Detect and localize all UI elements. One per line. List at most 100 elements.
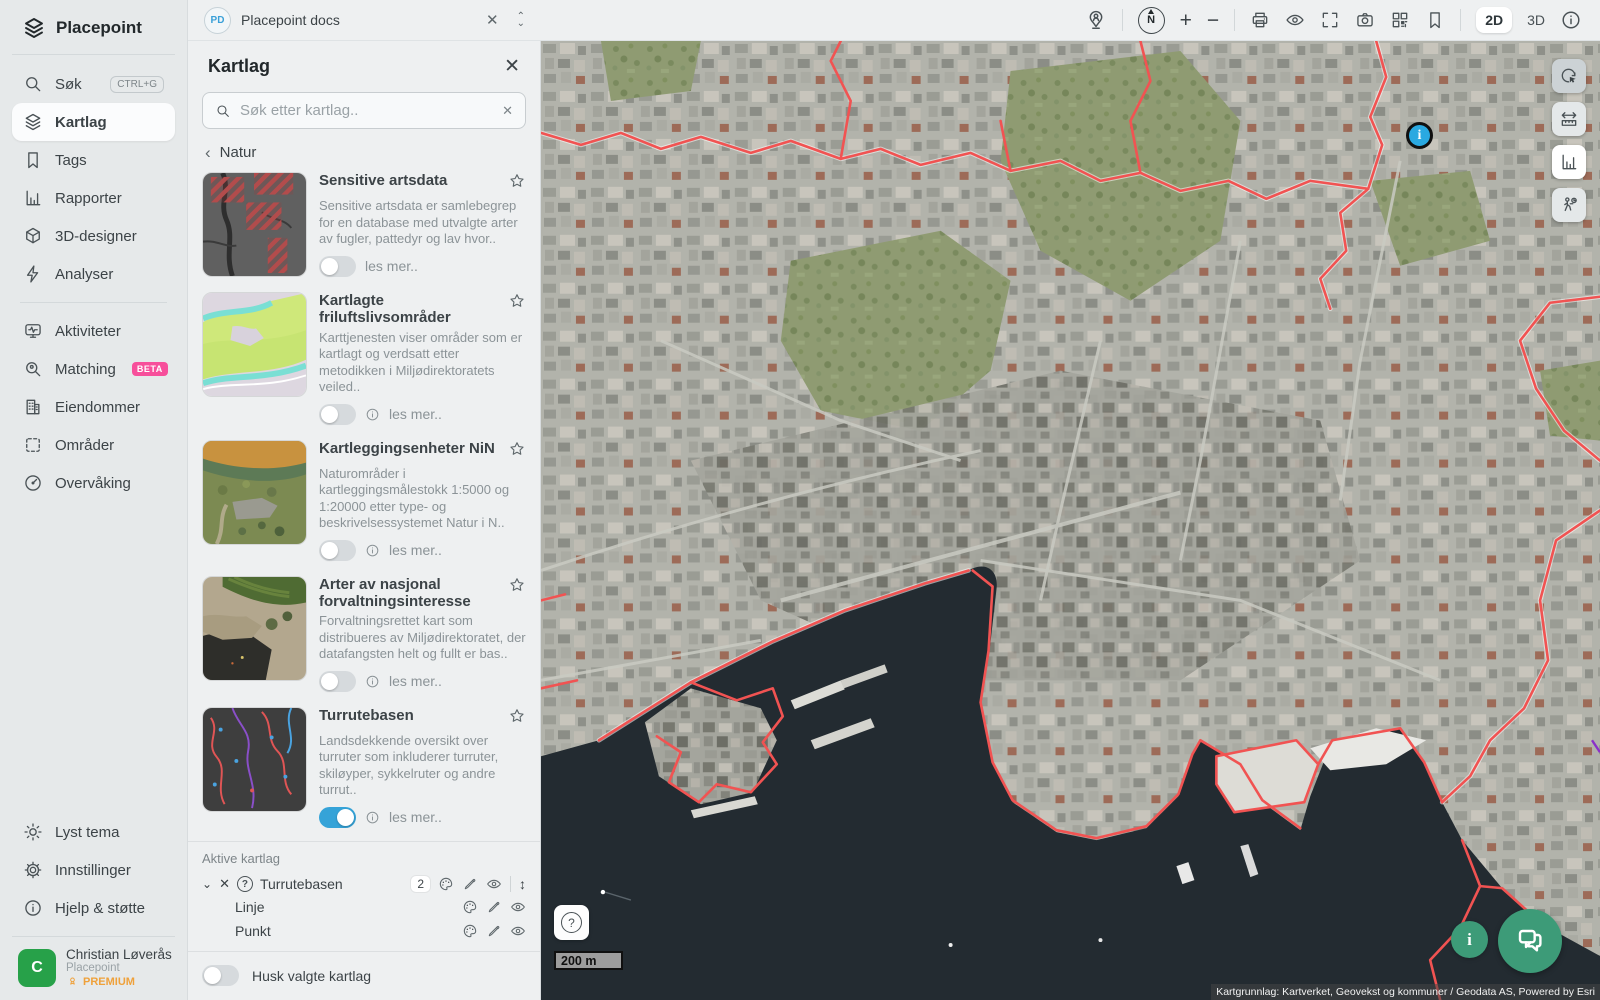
sidebar-item-3d-designer[interactable]: 3D-designer [12, 217, 175, 255]
layer-title: Kartleggingsenheter NiN [319, 440, 502, 457]
medal-icon [66, 975, 79, 988]
brush-icon[interactable] [486, 899, 502, 915]
remove-layer-icon[interactable]: ✕ [219, 876, 230, 892]
sidebar-item-analyser[interactable]: Analyser [12, 255, 175, 293]
layer-toggle[interactable] [319, 671, 356, 692]
palette-icon[interactable] [462, 923, 478, 939]
tab-collapse-icon[interactable]: ⌃⌄ [517, 13, 525, 27]
zoom-in-button[interactable]: + [1180, 10, 1192, 31]
remember-layers-label: Husk valgte kartlag [252, 968, 371, 984]
sidebar-item-overvaking[interactable]: Overvåking [12, 464, 175, 502]
layer-search[interactable]: ✕ [202, 92, 526, 129]
sidebar-item-label: 3D-designer [55, 228, 137, 245]
sidebar-item-matching[interactable]: Matching BETA [12, 350, 175, 388]
search-clear-icon[interactable]: ✕ [502, 103, 513, 119]
view-3d-button[interactable]: 3D [1527, 12, 1545, 28]
chevron-left-icon: ‹ [205, 144, 211, 161]
map-help-button[interactable]: ? [554, 905, 589, 940]
layer-toggle[interactable] [319, 256, 356, 277]
map-canvas[interactable] [541, 41, 1600, 1000]
sidebar-item-omrader[interactable]: Områder [12, 426, 175, 464]
layer-description: Naturområder i kartleggingsmålestokk 1:5… [319, 466, 526, 532]
palette-icon[interactable] [462, 899, 478, 915]
favorite-star-icon[interactable] [508, 292, 526, 315]
info-glyph: i [1467, 930, 1472, 950]
info-circle-icon[interactable] [365, 674, 380, 689]
location-person-icon[interactable] [1085, 9, 1107, 31]
compass-reset-north[interactable]: N [1138, 7, 1165, 34]
reorder-handle-icon[interactable]: ↕ [519, 876, 526, 892]
info-circle-icon[interactable] [365, 810, 380, 825]
breadcrumb-natur[interactable]: ‹ Natur [188, 137, 540, 170]
map-info-marker[interactable]: i [1406, 122, 1433, 149]
divider [1122, 9, 1123, 31]
app-brand[interactable]: Placepoint [12, 12, 175, 55]
layer-toggle[interactable] [319, 540, 356, 561]
sidebar-item-aktiviteter[interactable]: Aktiviteter [12, 312, 175, 350]
favorite-star-icon[interactable] [508, 576, 526, 599]
favorite-star-icon[interactable] [508, 172, 526, 195]
document-tab-avatar: PD [204, 7, 231, 34]
document-tab[interactable]: PD Placepoint docs ✕ ⌃⌄ [188, 0, 541, 40]
tab-close-icon[interactable]: ✕ [486, 11, 499, 29]
sidebar-item-tags[interactable]: Tags [12, 141, 175, 179]
support-chat-button[interactable] [1498, 909, 1562, 973]
eye-icon[interactable] [510, 923, 526, 939]
chevron-down-icon[interactable]: ⌄ [202, 877, 212, 891]
map-info-fab[interactable]: i [1451, 921, 1488, 958]
zoom-out-button[interactable]: − [1207, 10, 1219, 31]
sidebar-item-rapporter[interactable]: Rapporter [12, 179, 175, 217]
layer-thumbnail [202, 707, 307, 812]
les-mer-link[interactable]: les mer.. [389, 542, 442, 558]
favorite-star-icon[interactable] [508, 440, 526, 463]
info-circle-icon[interactable] [365, 407, 380, 422]
bookmark-icon[interactable] [1425, 10, 1445, 30]
chart-tool-button[interactable] [1552, 145, 1586, 179]
cursor-rotate-tool-button[interactable] [1552, 59, 1586, 93]
cursor-rotate-icon [1559, 66, 1579, 86]
measure-tool-button[interactable] [1552, 102, 1586, 136]
les-mer-link[interactable]: les mer.. [389, 673, 442, 689]
travel-time-icon [1559, 195, 1579, 215]
sidebar-item-sok[interactable]: Søk CTRL+G [12, 65, 175, 103]
fullscreen-icon[interactable] [1320, 10, 1340, 30]
sidebar-item-kartlag[interactable]: Kartlag [12, 103, 175, 141]
layer-toggle[interactable] [319, 807, 356, 828]
gear-icon [23, 860, 43, 880]
info-circle-icon[interactable] [365, 543, 380, 558]
sidebar-footer: Lyst tema Innstillinger Hjelp & støtte C… [12, 813, 175, 990]
sidebar-item-hjelp[interactable]: Hjelp & støtte [12, 889, 175, 927]
map-attribution: Kartgrunnlag: Kartverket, Geovekst og ko… [1211, 984, 1600, 1000]
user-name: Christian Løverås [66, 947, 172, 962]
brush-icon[interactable] [486, 923, 502, 939]
les-mer-link[interactable]: les mer.. [389, 406, 442, 422]
brush-icon[interactable] [462, 876, 478, 892]
view-2d-button[interactable]: 2D [1476, 7, 1512, 33]
layer-help-icon[interactable]: ? [237, 876, 253, 892]
sublayer-name: Linje [235, 899, 265, 915]
favorite-star-icon[interactable] [508, 707, 526, 730]
eye-icon[interactable] [510, 899, 526, 915]
remember-layers-toggle[interactable] [202, 965, 239, 986]
travel-time-tool-button[interactable] [1552, 188, 1586, 222]
palette-icon[interactable] [438, 876, 454, 892]
sidebar-item-label: Hjelp & støtte [55, 900, 145, 917]
sublayer-row-punkt: Punkt [188, 919, 540, 943]
print-icon[interactable] [1250, 10, 1270, 30]
marker-glyph: i [1418, 128, 1422, 144]
layer-search-input[interactable] [240, 102, 493, 119]
layer-toggle[interactable] [319, 404, 356, 425]
panel-close-icon[interactable]: ✕ [504, 55, 520, 78]
sidebar-item-eiendommer[interactable]: Eiendommer [12, 388, 175, 426]
eye-icon[interactable] [486, 876, 502, 892]
les-mer-link[interactable]: les mer.. [389, 809, 442, 825]
screenshot-camera-icon[interactable] [1355, 10, 1375, 30]
info-icon[interactable] [1560, 9, 1582, 31]
sidebar-item-lyst-tema[interactable]: Lyst tema [12, 813, 175, 851]
user-profile[interactable]: C Christian Løverås Placepoint PREMIUM [12, 936, 175, 990]
visibility-icon[interactable] [1285, 10, 1305, 30]
sidebar-item-label: Rapporter [55, 190, 122, 207]
les-mer-link[interactable]: les mer.. [365, 258, 418, 274]
qr-code-icon[interactable] [1390, 10, 1410, 30]
sidebar-item-innstillinger[interactable]: Innstillinger [12, 851, 175, 889]
